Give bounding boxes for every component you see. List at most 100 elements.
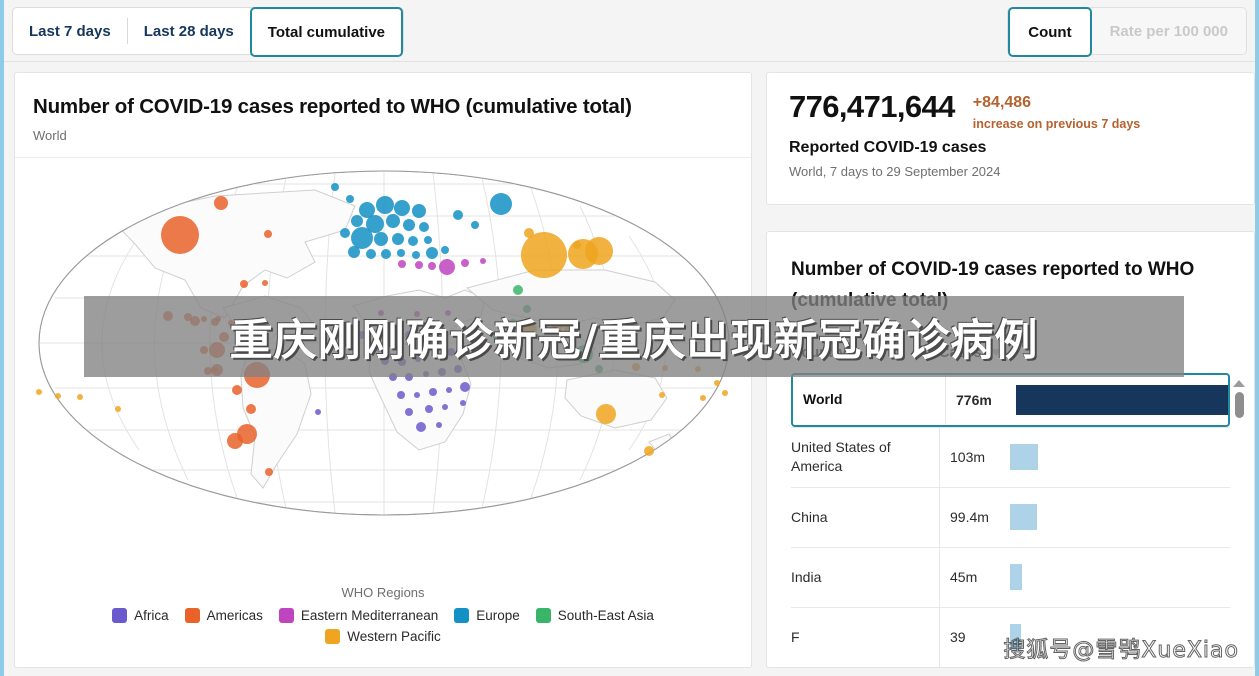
map-bubble[interactable]	[240, 280, 248, 288]
table-row[interactable]: United States of America 103m	[791, 426, 1230, 487]
period-tab-group[interactable]: Last 7 days Last 28 days Total cumulativ…	[12, 7, 405, 57]
column-header-country[interactable]: Country	[791, 345, 939, 361]
map-bubble[interactable]	[351, 227, 373, 249]
map-bubble[interactable]	[573, 241, 581, 249]
map-bubble[interactable]	[436, 422, 442, 428]
map-bubble[interactable]	[564, 325, 572, 333]
map-bubble[interactable]	[376, 196, 394, 214]
tab-count[interactable]: Count	[1008, 7, 1092, 57]
map-bubble[interactable]	[647, 326, 653, 332]
map-bubble[interactable]	[246, 345, 252, 351]
map-bubble[interactable]	[575, 345, 593, 363]
map-bubble[interactable]	[415, 356, 421, 362]
legend-item-americas[interactable]: Americas	[184, 608, 263, 623]
map-bubble[interactable]	[493, 333, 501, 341]
map-bubble[interactable]	[659, 392, 665, 398]
map-bubble[interactable]	[416, 422, 426, 432]
map-bubble[interactable]	[700, 395, 706, 401]
map-bubble[interactable]	[381, 249, 391, 259]
map-bubble[interactable]	[439, 259, 455, 275]
map-bubble[interactable]	[585, 237, 613, 265]
map-bubble[interactable]	[77, 394, 83, 400]
map-bubble[interactable]	[438, 368, 446, 376]
map-bubble[interactable]	[204, 367, 212, 375]
map-bubble[interactable]	[398, 358, 406, 366]
map-bubble[interactable]	[408, 236, 418, 246]
sort-descending-caret-icon[interactable]	[989, 349, 1002, 357]
map-bubble[interactable]	[397, 391, 405, 399]
map-bubble[interactable]	[426, 247, 438, 259]
map-bubble[interactable]	[420, 329, 426, 335]
map-bubble[interactable]	[381, 357, 389, 365]
map-bubble[interactable]	[552, 319, 564, 331]
map-bubble[interactable]	[348, 246, 360, 258]
map-bubble[interactable]	[201, 316, 207, 322]
map-bubble[interactable]	[414, 311, 420, 317]
map-bubble[interactable]	[394, 200, 410, 216]
map-bubble[interactable]	[115, 406, 121, 412]
map-bubble[interactable]	[596, 404, 616, 424]
map-bubble[interactable]	[250, 332, 256, 338]
map-bubble[interactable]	[246, 404, 256, 414]
map-bubble[interactable]	[429, 388, 437, 396]
map-bubble[interactable]	[55, 393, 61, 399]
legend-item-africa[interactable]: Africa	[112, 608, 169, 623]
map-bubble[interactable]	[376, 346, 382, 352]
column-header-cases[interactable]: Cases	[939, 345, 1002, 361]
map-bubble[interactable]	[232, 385, 242, 395]
map-bubble[interactable]	[228, 320, 234, 326]
map-bubble[interactable]	[397, 249, 405, 257]
map-bubble[interactable]	[340, 228, 350, 238]
map-bubble[interactable]	[358, 331, 366, 339]
map-bubble[interactable]	[209, 342, 225, 358]
map-bubble[interactable]	[428, 262, 436, 270]
map-bubble[interactable]	[595, 365, 603, 373]
map-bubble[interactable]	[211, 364, 223, 376]
legend-item-eastern-mediterranean[interactable]: Eastern Mediterranean	[278, 608, 438, 623]
map-bubble[interactable]	[460, 382, 470, 392]
map-bubble[interactable]	[441, 246, 449, 254]
map-bubble[interactable]	[366, 249, 376, 259]
scrollbar-thumb[interactable]	[1234, 392, 1244, 418]
map-bubble[interactable]	[521, 232, 567, 278]
map-bubble[interactable]	[227, 433, 243, 449]
table-row[interactable]: India 45m	[791, 546, 1230, 607]
map-bubble[interactable]	[386, 214, 400, 228]
map-bubble[interactable]	[405, 331, 413, 339]
map-bubble[interactable]	[244, 362, 270, 388]
map-bubble[interactable]	[351, 215, 363, 227]
map-bubble[interactable]	[315, 409, 321, 415]
legend-item-south-east-asia[interactable]: South-East Asia	[535, 608, 654, 623]
map-bubble[interactable]	[471, 221, 479, 229]
map-bubble[interactable]	[253, 349, 259, 355]
map-bubble[interactable]	[662, 365, 668, 371]
map-bubble[interactable]	[445, 310, 451, 316]
map-bubble[interactable]	[378, 310, 384, 316]
map-bubble[interactable]	[232, 351, 238, 357]
map-bubble[interactable]	[414, 392, 420, 398]
table-row[interactable]: World 776m	[791, 372, 1230, 427]
map-bubble[interactable]	[412, 251, 420, 259]
legend-item-europe[interactable]: Europe	[454, 608, 520, 623]
map-bubble[interactable]	[346, 195, 354, 203]
legend-item-western-pacific[interactable]: Western Pacific	[325, 629, 441, 644]
map-bubble[interactable]	[432, 352, 438, 358]
map-bubble[interactable]	[453, 210, 463, 220]
map-bubble[interactable]	[412, 204, 426, 218]
map-bubble[interactable]	[405, 408, 413, 416]
map-bubble[interactable]	[490, 193, 512, 215]
map-bubble[interactable]	[392, 233, 404, 245]
tab-last-7-days[interactable]: Last 7 days	[13, 8, 127, 54]
map-bubble[interactable]	[161, 216, 199, 254]
map-bubble[interactable]	[391, 337, 399, 345]
map-bubble[interactable]	[374, 232, 388, 246]
map-bubble[interactable]	[524, 228, 534, 238]
map-bubble[interactable]	[644, 446, 654, 456]
map-bubble[interactable]	[219, 332, 229, 342]
table-row[interactable]: China 99.4m	[791, 486, 1230, 547]
map-bubble[interactable]	[436, 326, 442, 332]
map-bubble[interactable]	[239, 335, 245, 341]
map-bubble[interactable]	[419, 222, 429, 232]
map-bubble[interactable]	[389, 373, 397, 381]
map-bubble[interactable]	[425, 405, 433, 413]
